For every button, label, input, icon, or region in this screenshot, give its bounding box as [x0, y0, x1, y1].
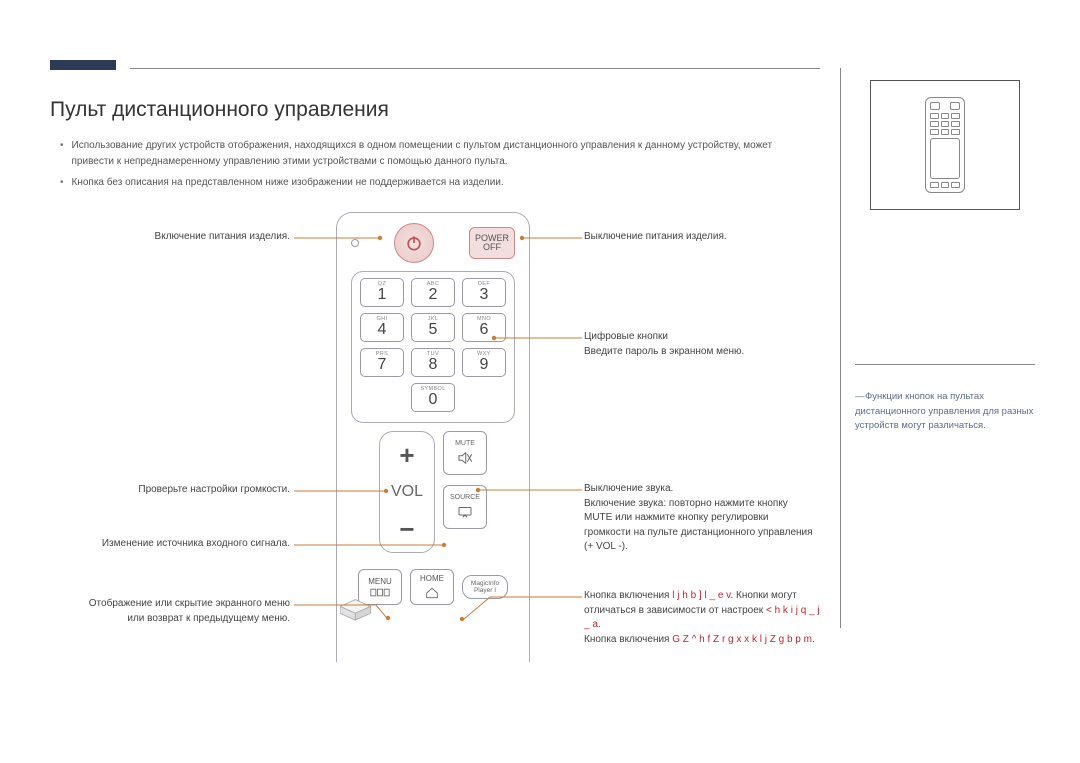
- document-page: Пульт дистанционного управления • Использ…: [0, 0, 1080, 763]
- key-9: WXY9: [462, 348, 506, 377]
- callout-home: Кнопка включения l j h b ] l _ e v. Кноп…: [584, 589, 826, 647]
- callout-digits: Цифровые кнопки Введите пароль в экранно…: [584, 330, 814, 359]
- callout-menu: Отображение или скрытие экранного меню и…: [70, 597, 290, 626]
- key-4: GHI4: [360, 313, 404, 342]
- magic-label-1: MagicInfo: [471, 580, 499, 587]
- key-5: JKL5: [411, 313, 455, 342]
- source-button: SOURCE: [443, 485, 487, 529]
- home-button: HOME: [410, 569, 454, 605]
- remote-thumbnail: [925, 97, 965, 193]
- mute-button: MUTE: [443, 431, 487, 475]
- key-7: PRS7: [360, 348, 404, 377]
- numpad: QZ1 ABC2 DEF3 GHI4 JKL5 MNO6 PRS7 TUV8 W…: [351, 271, 515, 423]
- remote-body: POWER OFF QZ1 ABC2 DEF3 GHI4 JKL5 MNO6 P…: [336, 212, 530, 662]
- sidebar-divider: [840, 68, 841, 628]
- volume-rocker: + VOL −: [379, 431, 435, 553]
- key-6: MNO6: [462, 313, 506, 342]
- menu-label: MENU: [368, 577, 392, 586]
- volume-plus-icon: +: [399, 442, 414, 468]
- source-label: SOURCE: [450, 494, 480, 501]
- power-off-label: POWER OFF: [475, 234, 509, 252]
- header-rule: [130, 68, 820, 69]
- key-8: TUV8: [411, 348, 455, 377]
- magic-label-2: Player I: [474, 587, 496, 594]
- power-on-button: [394, 223, 434, 263]
- remote-illustration: POWER OFF QZ1 ABC2 DEF3 GHI4 JKL5 MNO6 P…: [336, 212, 530, 662]
- note-text: Кнопка без описания на представленном ни…: [72, 175, 504, 191]
- callout-source: Изменение источника входного сигнала.: [60, 537, 290, 552]
- home-icon: [424, 585, 440, 601]
- note-text: Использование других устройств отображен…: [72, 138, 790, 169]
- remote-thumbnail-frame: [870, 80, 1020, 210]
- mute-label: MUTE: [455, 440, 475, 447]
- volume-minus-icon: −: [399, 516, 414, 542]
- sidebar-note: ―Функции кнопок на пультах дистанционног…: [855, 390, 1035, 434]
- power-icon: [404, 233, 424, 253]
- key-1: QZ1: [360, 278, 404, 307]
- callout-power-on: Включение питания изделия.: [90, 230, 290, 245]
- bullet-dot: •: [60, 175, 64, 191]
- sidebar-inner-rule: [855, 364, 1035, 365]
- page-heading: Пульт дистанционного управления: [50, 98, 389, 122]
- callout-volume: Проверьте настройки громкости.: [90, 483, 290, 498]
- bullet-dot: •: [60, 138, 64, 169]
- callout-power-off: Выключение питания изделия.: [584, 230, 814, 245]
- home-label: HOME: [420, 574, 444, 583]
- mute-icon: [456, 449, 474, 467]
- power-off-button: POWER OFF: [469, 227, 515, 259]
- key-0: SYMBOL0: [411, 383, 455, 412]
- key-2: ABC2: [411, 278, 455, 307]
- volume-label: VOL: [391, 483, 423, 501]
- source-icon: [456, 503, 474, 521]
- menu-direction-illustration: [340, 596, 374, 627]
- key-3: DEF3: [462, 278, 506, 307]
- intro-notes: • Использование других устройств отображе…: [60, 138, 790, 197]
- header-accent-bar: [50, 60, 116, 70]
- callout-mute: Выключение звука. Включение звука: повто…: [584, 482, 814, 555]
- led-indicator: [351, 239, 359, 247]
- magicinfo-button: MagicInfo Player I: [462, 575, 508, 599]
